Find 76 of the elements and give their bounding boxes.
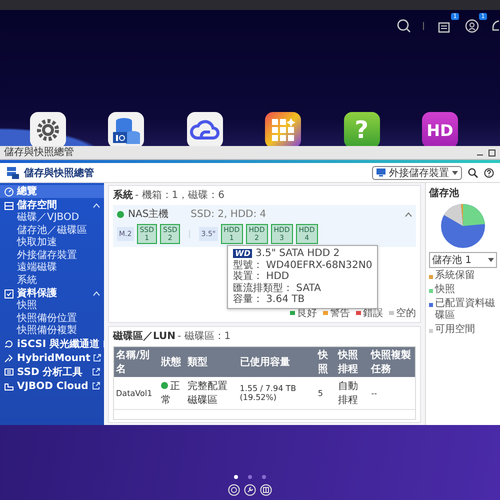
sidebar-item[interactable]: 快照備份位置 [0, 312, 104, 325]
search-icon[interactable] [468, 168, 478, 178]
table-cell: -- [369, 377, 415, 410]
legend-label: 可用空間 [435, 324, 475, 336]
ssd-icon [4, 367, 14, 377]
table-cell: 自動排程 [336, 377, 370, 410]
sidebar-item[interactable]: 儲存池／磁碟區 [0, 224, 104, 237]
table-cell: 5 [316, 377, 336, 410]
column-header[interactable]: 狀態 [158, 347, 186, 377]
sidebar-item[interactable]: 系統 [0, 274, 104, 287]
app-title: 儲存與快照總管 [24, 166, 94, 180]
sidebar-item[interactable]: 快取加速 [0, 237, 104, 250]
cloud-app-icon[interactable] [186, 112, 223, 148]
dashboard-icon[interactable] [228, 484, 240, 496]
column-header[interactable]: 已使用容量 [238, 347, 316, 377]
external-storage-button[interactable]: 外接儲存裝置 [372, 166, 462, 180]
column-header[interactable]: 類型 [186, 347, 238, 377]
windows-icon[interactable] [260, 484, 272, 496]
sidebar-item[interactable]: VJBOD Cloud [0, 380, 104, 392]
wrench-icon[interactable] [244, 484, 256, 496]
table-cell: 完整配置磁碟區 [186, 377, 238, 410]
section-title: 磁碟區／LUN [113, 330, 176, 343]
tooltip-text: 容量： 3.64 TB [233, 294, 306, 306]
pie-chart-drawing [439, 202, 487, 250]
column-header[interactable]: 快照排程 [336, 347, 370, 377]
sidebar-item[interactable]: 總覽 [0, 185, 104, 198]
legend-label: 系統保留 [435, 270, 475, 282]
sidebar-item[interactable]: 快照備份複製 [0, 325, 104, 338]
help-icon[interactable] [484, 168, 494, 178]
shield-icon [4, 288, 14, 298]
maximize-icon[interactable] [488, 148, 496, 156]
tooltip-text: 裝置： HDD [233, 271, 290, 282]
sidebar-item[interactable]: 遠端磁碟 [0, 262, 104, 274]
sidebar-item[interactable]: 儲存空間 [0, 199, 104, 212]
pool-dropdown[interactable]: 儲存池 1 [429, 252, 497, 268]
page-indicator[interactable] [234, 475, 238, 479]
section-summary: - 機箱：1，磁碟：6 [135, 188, 225, 202]
tooltip-text: 匯流排類型： SATA [233, 282, 322, 294]
column-header[interactable]: 名稱/別名 [114, 347, 159, 377]
tooltip-text: 型號： WD40EFRX-68N32N0 [233, 260, 372, 270]
disk-summary: SSD: 2, HDD: 4 [190, 208, 268, 220]
caret-icon [488, 258, 494, 262]
collapse-icon[interactable] [405, 212, 412, 216]
tooltip-title: 3.5" SATA HDD 2 [255, 248, 340, 260]
sidebar-item[interactable]: 資料保護 [0, 287, 104, 300]
caret-icon [452, 170, 458, 174]
monitor-icon [376, 168, 386, 177]
table-cell: 正常 [160, 381, 180, 406]
sidebar-item[interactable]: HybridMount [0, 352, 104, 364]
mount-icon [4, 353, 14, 363]
settings-app-icon[interactable] [30, 112, 66, 148]
legend-label: 快照 [435, 284, 455, 296]
iscsi-icon [4, 339, 14, 349]
brand-logo: WD [233, 249, 252, 258]
storage-app-icon[interactable] [108, 112, 144, 148]
column-header[interactable]: 快照複製任務 [369, 347, 415, 377]
section-title: 系統 [113, 188, 133, 202]
legend-label: 空的 [396, 306, 416, 320]
window-title: 儲存與快照總管 [4, 146, 74, 158]
legend-label: 已配置資料磁碟區 [435, 298, 496, 322]
section-summary: - 磁碟區：1 [178, 330, 231, 343]
hd-app-icon[interactable]: HD [422, 112, 458, 148]
sidebar-item[interactable]: 快照 [0, 300, 104, 312]
column-header[interactable]: 快照 [316, 347, 336, 377]
enclosure-name: NAS主機 [128, 208, 169, 221]
search-icon[interactable] [397, 19, 411, 33]
sidebar-item[interactable]: 磁碟／VJBOD [0, 212, 104, 224]
sidebar-item[interactable]: 外接儲存裝置 [0, 250, 104, 262]
table-cell: 1.55 / 7.94 TB (19.52%) [238, 377, 316, 410]
sidebar-item[interactable]: SSD 分析工具 [0, 366, 104, 378]
panel-title: 儲存池 [429, 186, 460, 200]
legend-label: 良好 [297, 307, 317, 320]
gauge-icon [4, 186, 14, 196]
table-cell: DataVol1 [114, 377, 159, 410]
app-grid-icon[interactable] [265, 112, 302, 148]
storage-icon [6, 166, 20, 180]
